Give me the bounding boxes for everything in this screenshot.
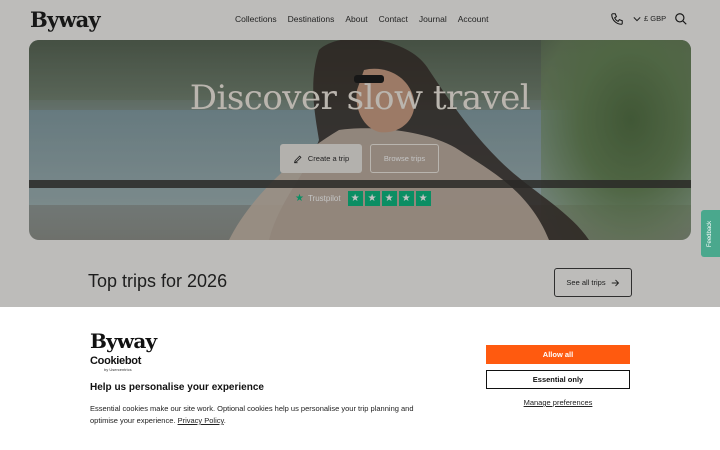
cookie-text: Essential cookies make our site work. Op… bbox=[90, 404, 414, 425]
cookiebot-logo: Cookiebot bbox=[90, 355, 142, 367]
feedback-tab[interactable]: Feedback bbox=[701, 210, 720, 257]
manage-preferences-link[interactable]: Manage preferences bbox=[486, 398, 630, 407]
cookie-description: Essential cookies make our site work. Op… bbox=[90, 403, 430, 427]
cookie-heading: Help us personalise your experience bbox=[90, 382, 264, 393]
cookiebot-sublabel: by Usercentrics bbox=[104, 367, 132, 372]
cookie-overlay bbox=[0, 0, 720, 307]
essential-only-button[interactable]: Essential only bbox=[486, 370, 630, 389]
cookie-banner-logo: Byway bbox=[90, 329, 157, 353]
allow-all-button[interactable]: Allow all bbox=[486, 345, 630, 364]
cookie-banner: Byway Cookiebot by Usercentrics Help us … bbox=[0, 307, 720, 450]
privacy-policy-link[interactable]: Privacy Policy bbox=[178, 416, 224, 425]
feedback-label: Feedback bbox=[707, 220, 714, 247]
cookie-text-period: . bbox=[223, 416, 226, 425]
